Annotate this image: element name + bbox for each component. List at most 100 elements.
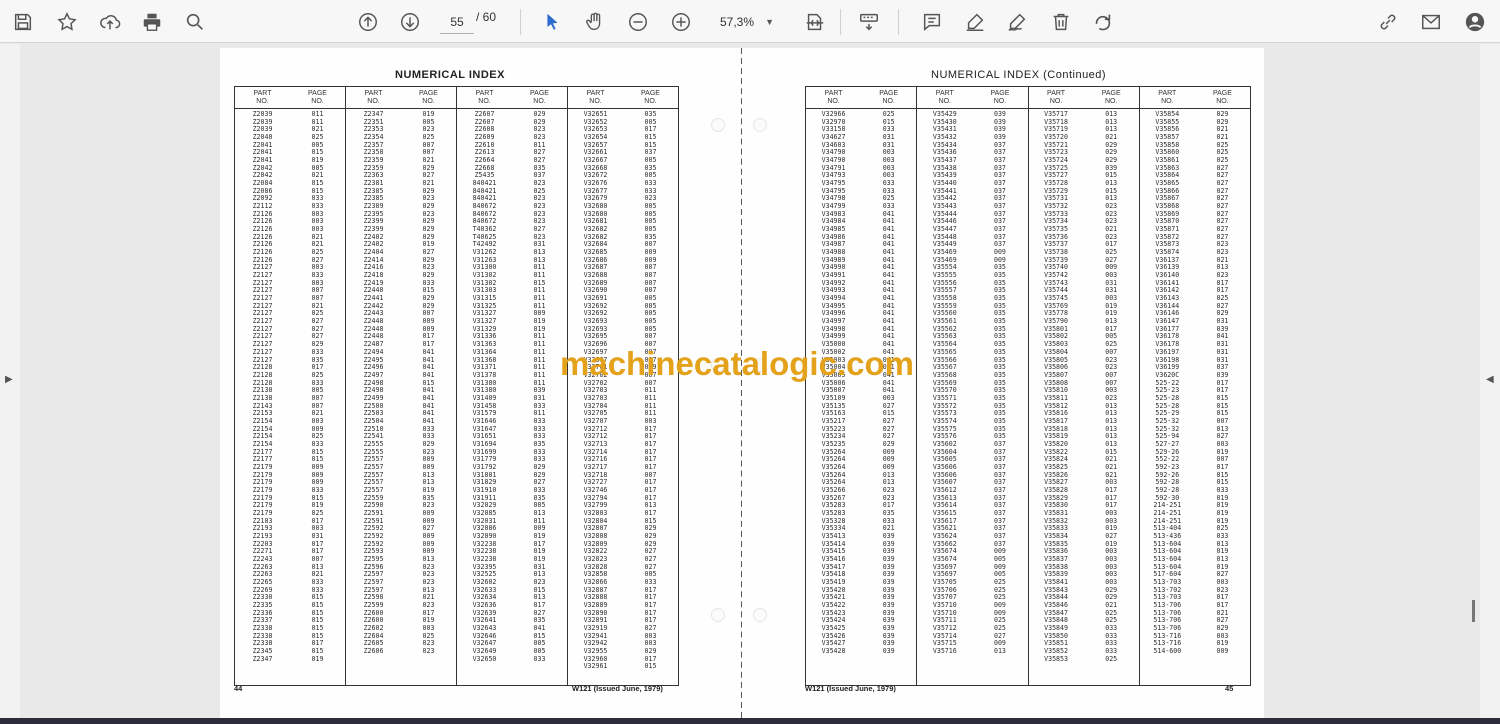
part-no-header: PART NO. — [253, 90, 272, 105]
table-row: Z2127 027 — [235, 333, 345, 341]
table-row: V35716 013 — [917, 647, 1027, 656]
table-row: Z2557 013 — [346, 479, 456, 487]
table-row: Z2127 021 — [235, 302, 345, 311]
left-document-page: NUMERICAL INDEX PART NO. PAGE NO. Z2039 011 Z2… — [220, 48, 742, 718]
table-row: Z2338 017 — [235, 640, 345, 648]
zoom-value: 57,3% — [720, 15, 755, 29]
table-row: Z2154 025 — [235, 433, 345, 441]
table-row: Z2354 025 — [346, 133, 456, 142]
binder-hole — [711, 118, 725, 132]
table-row: Z2496 041 — [346, 363, 456, 372]
part-number: V35716 — [932, 647, 957, 656]
column-header: PART NO. PAGE NO. — [235, 87, 345, 109]
part-number: 514-600 — [1153, 647, 1182, 656]
scroll-mode-icon[interactable] — [854, 7, 884, 37]
table-row: Z2126 021 — [235, 233, 345, 242]
table-row: Z2265 033 — [235, 578, 345, 587]
page-up-icon[interactable] — [353, 7, 383, 37]
expand-left-icon[interactable]: ▶ — [5, 374, 13, 385]
table-row: Z2039 011 — [235, 118, 345, 127]
table-row: Z2127 029 — [235, 340, 345, 349]
part-number: Z2606 — [363, 647, 384, 656]
table-row: Z2193 003 — [235, 525, 345, 533]
zoom-in-icon[interactable] — [666, 7, 696, 37]
delete-icon[interactable] — [1046, 7, 1076, 37]
select-cursor-icon[interactable] — [537, 7, 567, 37]
zoom-search-icon[interactable] — [180, 7, 210, 37]
table-row: Z2084 015 — [235, 179, 345, 188]
table-row: Z2500 041 — [346, 402, 456, 411]
table-row: Z2041 015 — [235, 149, 345, 157]
table-row: Z2590 023 — [346, 502, 456, 510]
table-row: Z2127 035 — [235, 356, 345, 365]
highlight-icon[interactable] — [960, 7, 990, 37]
table-row: Z2597 023 — [346, 578, 456, 587]
table-row: Z2127 033 — [235, 271, 345, 280]
table-row: Z2504 041 — [346, 417, 456, 426]
table-row: Z2330 015 — [235, 594, 345, 602]
part-number: V35853 — [1044, 654, 1068, 663]
page-number: 44 — [234, 684, 243, 693]
left-sidebar-strip: ▶ — [0, 44, 20, 718]
table-row: Z2128 033 — [235, 379, 345, 388]
comment-icon[interactable] — [917, 7, 947, 37]
right-document-page: NUMERICAL INDEX (Continued) PART NO. PAGE N… — [742, 48, 1264, 718]
zoom-out-icon[interactable] — [623, 7, 653, 37]
table-row: Z2126 003 — [235, 218, 345, 226]
table-row: Z2143 007 — [235, 402, 345, 411]
table-row: Z2269 033 — [235, 586, 345, 595]
index-column: PART NO. PAGE NO. V35717 013 V35718 013 V35719 01… — [1028, 87, 1140, 685]
table-row: Z2602 003 — [346, 624, 456, 633]
part-no-header: PART NO. — [475, 90, 494, 105]
table-row: Z2128 017 — [235, 363, 345, 372]
expand-right-icon[interactable]: ◀ — [1486, 374, 1494, 385]
page-no-header: PAGE NO. — [879, 90, 899, 105]
page-no-header: PAGE NO. — [1212, 90, 1232, 105]
print-icon[interactable] — [137, 7, 167, 37]
table-row: Z2497 041 — [346, 371, 456, 380]
table-row: Z2359 021 — [346, 156, 456, 165]
bookmark-star-icon[interactable] — [52, 7, 82, 37]
binder-hole — [711, 608, 725, 622]
table-row: Z2541 033 — [346, 433, 456, 441]
upload-icon[interactable] — [95, 7, 125, 37]
pan-hand-icon[interactable] — [580, 7, 610, 37]
rotate-icon[interactable] — [1088, 7, 1118, 37]
table-row: Z2599 023 — [346, 601, 456, 610]
part-no-header: PART NO. — [824, 90, 843, 105]
table-row: Z2127 033 — [235, 348, 345, 357]
fit-page-icon[interactable] — [800, 7, 830, 37]
watermark-text: machinecatalogic.com — [560, 345, 914, 382]
page-number-cell: 019 — [311, 654, 324, 663]
sign-icon[interactable] — [1002, 7, 1032, 37]
share-link-icon[interactable] — [1373, 7, 1403, 37]
part-number: V32650 — [472, 654, 497, 663]
column-header: PART NO. PAGE NO. — [568, 87, 678, 109]
table-row: Z2610 011 — [457, 141, 567, 150]
table-row: Z2127 007 — [235, 294, 345, 303]
page-number-cell: 023 — [422, 647, 435, 656]
table-row: Z2597 023 — [346, 571, 456, 579]
table-row: Z2399 029 — [346, 225, 456, 234]
zoom-select[interactable]: 57,3% ▼ — [712, 10, 780, 34]
mail-icon[interactable] — [1416, 7, 1446, 37]
part-number: V32961 — [583, 662, 608, 671]
page-down-icon[interactable] — [395, 7, 425, 37]
chevron-down-icon: ▼ — [765, 17, 774, 27]
table-row: Z2668 035 — [457, 164, 567, 173]
table-row: Z2613 027 — [457, 149, 567, 157]
page-number-input[interactable]: 55 — [440, 10, 474, 34]
binder-hole — [753, 118, 767, 132]
table-row: Z2335 015 — [235, 601, 345, 610]
document-code: W121 (Issued June, 1979) — [805, 684, 896, 693]
scrollbar-thumb[interactable] — [1472, 600, 1475, 622]
table-row: Z2448 009 — [346, 317, 456, 326]
table-row: Z2591 009 — [346, 517, 456, 526]
document-code: W121 (Issued June, 1979) — [572, 684, 663, 693]
table-row: Z2179 009 — [235, 479, 345, 487]
page-no-header: PAGE NO. — [530, 90, 549, 105]
table-row: Z2353 023 — [346, 126, 456, 134]
table-row: Z2154 033 — [235, 440, 345, 449]
save-icon[interactable] — [8, 7, 38, 37]
account-icon[interactable] — [1460, 7, 1490, 37]
